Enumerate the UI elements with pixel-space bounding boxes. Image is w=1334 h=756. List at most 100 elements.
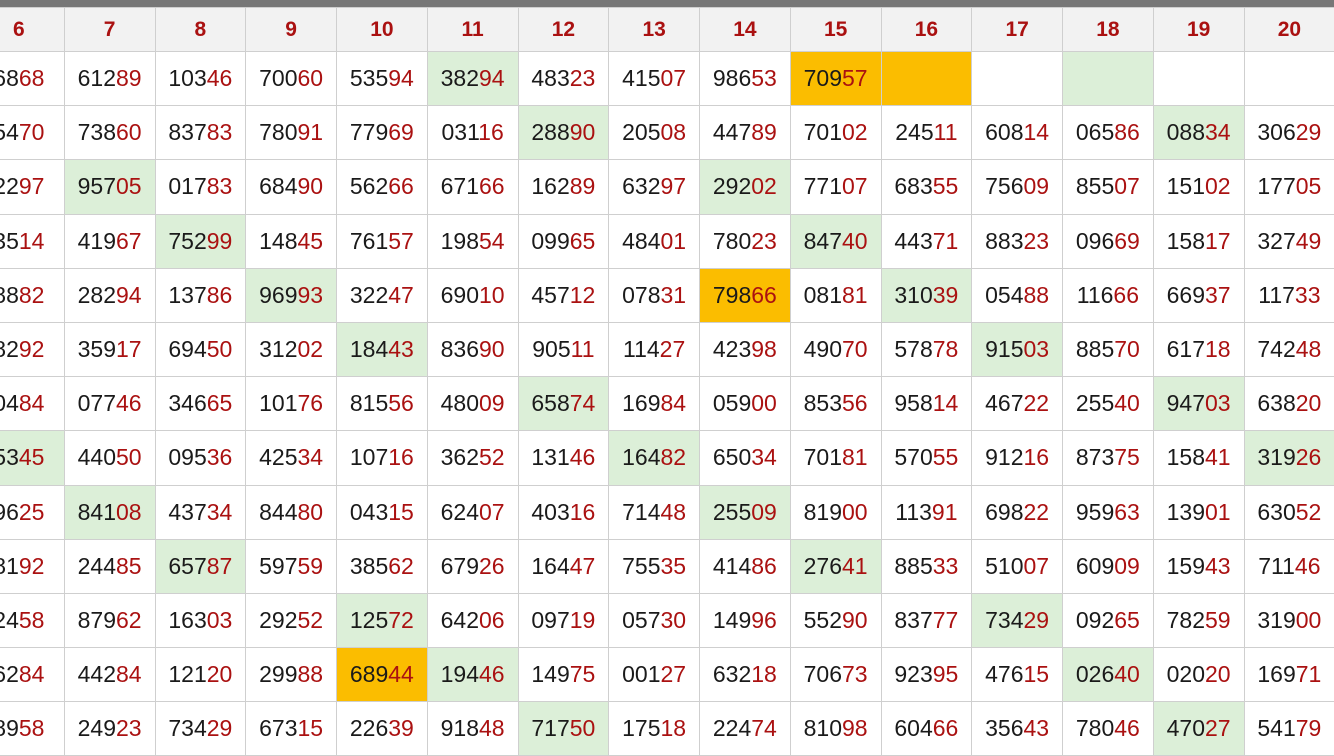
number-cell: 41486 <box>699 538 791 594</box>
number-cell: 60466 <box>880 701 973 756</box>
table-row: 9625841084373484480043156240740316714482… <box>0 484 1334 540</box>
number-cell: 67315 <box>245 701 337 756</box>
number-cell: 24923 <box>63 701 156 756</box>
number-cell: 81556 <box>336 376 428 432</box>
number-cell: 63052 <box>1243 484 1334 540</box>
number-cell: 84740 <box>789 213 882 269</box>
number-cell: 6284 <box>0 647 65 703</box>
table-row: 5470738608378378091779690311628890205084… <box>0 105 1334 161</box>
number-cell: 31926 <box>1243 430 1334 486</box>
number-cell: 88570 <box>1062 321 1154 378</box>
number-cell: 91848 <box>426 701 519 756</box>
number-cell: 16303 <box>154 592 247 649</box>
number-cell <box>1243 50 1334 107</box>
number-cell: 15102 <box>1152 159 1245 215</box>
number-cell: 65874 <box>517 376 610 432</box>
table-row: 5345440500953642534107163625213146164826… <box>0 430 1334 486</box>
table-row: 2297957050178368490562666716616289632972… <box>0 159 1334 215</box>
number-cell: 11733 <box>1243 267 1334 323</box>
number-cell: 24485 <box>63 538 156 594</box>
number-cell: 75609 <box>971 159 1063 215</box>
number-cell: 13786 <box>154 267 247 323</box>
column-header: 7 <box>63 7 156 52</box>
number-cell: 95705 <box>63 159 156 215</box>
number-cell: 78046 <box>1062 701 1154 756</box>
number-cell: 42398 <box>699 321 791 378</box>
number-cell: 47027 <box>1152 701 1245 756</box>
number-cell: 41507 <box>608 50 700 107</box>
number-cell: 35917 <box>63 321 156 378</box>
number-cell: 71750 <box>517 701 610 756</box>
number-cell: 15943 <box>1152 538 1245 594</box>
number-cell: 79866 <box>699 267 791 323</box>
number-cell <box>1062 50 1154 107</box>
number-cell: 16482 <box>608 430 700 486</box>
column-header: 9 <box>245 7 337 52</box>
number-cell: 32749 <box>1243 213 1334 269</box>
number-cell: 10176 <box>245 376 337 432</box>
number-cell: 16984 <box>608 376 700 432</box>
number-cell: 96993 <box>245 267 337 323</box>
table-row: 8292359176945031202184438369090511114274… <box>0 321 1334 378</box>
number-cell: 88533 <box>880 538 973 594</box>
table-row: 3514419677529914845761571985409965484017… <box>0 213 1334 269</box>
number-cell: 65034 <box>699 430 791 486</box>
number-cell: 0484 <box>0 376 65 432</box>
number-cell: 16971 <box>1243 647 1334 703</box>
number-cell: 07831 <box>608 267 700 323</box>
column-header: 18 <box>1062 7 1154 52</box>
number-cell: 8882 <box>0 267 65 323</box>
number-cell: 17705 <box>1243 159 1334 215</box>
number-cell: 66937 <box>1152 267 1245 323</box>
number-cell: 81098 <box>789 701 882 756</box>
number-cell: 09536 <box>154 430 247 486</box>
number-cell: 63297 <box>608 159 700 215</box>
number-cell: 53594 <box>336 50 428 107</box>
column-header: 6 <box>0 7 65 52</box>
number-cell: 70957 <box>789 50 882 107</box>
number-cell: 61718 <box>1152 321 1245 378</box>
number-cell: 51007 <box>971 538 1063 594</box>
number-cell: 8958 <box>0 701 65 756</box>
number-cell: 57055 <box>880 430 973 486</box>
number-cell: 02020 <box>1152 647 1245 703</box>
number-cell: 88323 <box>971 213 1063 269</box>
number-cell: 70102 <box>789 105 882 161</box>
number-cell <box>1152 50 1245 107</box>
number-cell: 05488 <box>971 267 1063 323</box>
table-body: 6868612891034670060535943829448323415079… <box>0 50 1334 756</box>
number-cell: 00127 <box>608 647 700 703</box>
number-cell: 2297 <box>0 159 65 215</box>
number-cell: 77969 <box>336 105 428 161</box>
number-cell: 15841 <box>1152 430 1245 486</box>
number-cell: 83777 <box>880 592 973 649</box>
number-cell: 14996 <box>699 592 791 649</box>
number-cell: 78023 <box>699 213 791 269</box>
number-cell: 81900 <box>789 484 882 540</box>
number-cell: 70181 <box>789 430 882 486</box>
number-cell: 68355 <box>880 159 973 215</box>
number-cell: 87375 <box>1062 430 1154 486</box>
number-cell: 27641 <box>789 538 882 594</box>
number-cell: 83783 <box>154 105 247 161</box>
number-cell: 15817 <box>1152 213 1245 269</box>
number-cell: 94703 <box>1152 376 1245 432</box>
number-cell: 95814 <box>880 376 973 432</box>
number-cell: 44284 <box>63 647 156 703</box>
number-cell: 59759 <box>245 538 337 594</box>
number-cell: 25509 <box>699 484 791 540</box>
number-cell: 2458 <box>0 592 65 649</box>
number-cell: 43734 <box>154 484 247 540</box>
number-cell: 28294 <box>63 267 156 323</box>
number-cell: 09669 <box>1062 213 1154 269</box>
number-cell: 32247 <box>336 267 428 323</box>
number-cell: 13901 <box>1152 484 1245 540</box>
number-cell: 18443 <box>336 321 428 378</box>
number-cell: 22639 <box>336 701 428 756</box>
number-cell: 85356 <box>789 376 882 432</box>
number-cell: 01783 <box>154 159 247 215</box>
number-cell: 09719 <box>517 592 610 649</box>
number-cell: 48323 <box>517 50 610 107</box>
number-cell: 49070 <box>789 321 882 378</box>
number-cell: 84480 <box>245 484 337 540</box>
